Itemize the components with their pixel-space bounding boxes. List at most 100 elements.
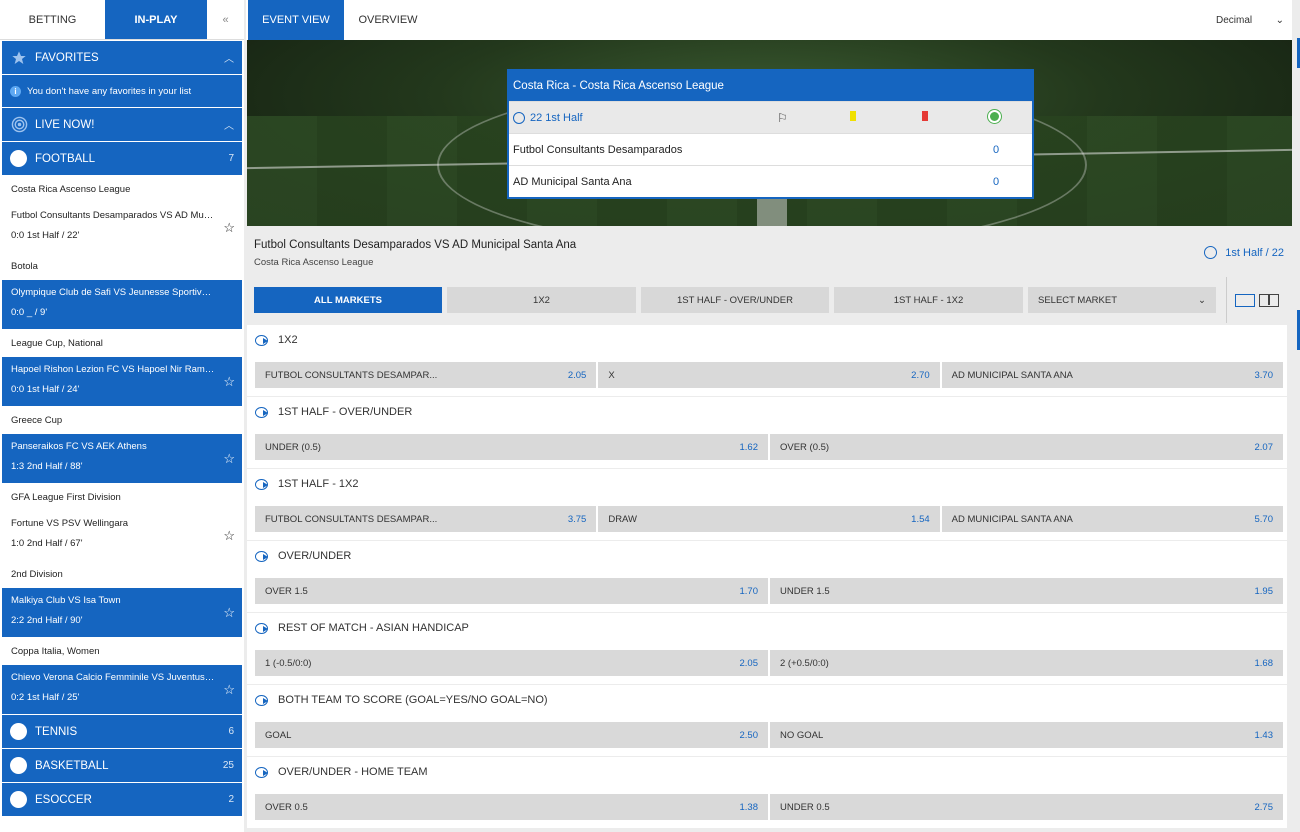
match-name: Panseraikos FC VS AEK Athens bbox=[11, 441, 147, 452]
odd-button[interactable]: 2 (+0.5/0:0) 1.68 bbox=[770, 650, 1283, 676]
tab-1st-half-1x2[interactable]: 1ST HALF - 1X2 bbox=[834, 287, 1023, 313]
favorite-star-icon[interactable]: ☆ bbox=[223, 220, 235, 236]
scoreboard-home-row: Futbol Consultants Desamparados 0 bbox=[509, 133, 1032, 165]
match-item[interactable]: Hapoel Rishon Lezion FC VS Hapoel Nir Ra… bbox=[2, 357, 242, 406]
match-item[interactable]: Malkiya Club VS Isa Town 2:2 2nd Half / … bbox=[2, 588, 242, 637]
single-column-view-icon[interactable] bbox=[1235, 293, 1255, 307]
tab-1x2[interactable]: 1X2 bbox=[447, 287, 636, 313]
sport-count: 2 bbox=[228, 794, 234, 805]
goal-ball-icon bbox=[988, 110, 1001, 123]
odd-label: X bbox=[608, 369, 615, 381]
tab-event-view[interactable]: EVENT VIEW bbox=[248, 0, 344, 40]
odd-label: FUTBOL CONSULTANTS DESAMPAR... bbox=[265, 513, 438, 525]
sport-basketball[interactable]: BASKETBALL 25 bbox=[2, 749, 242, 782]
market-header[interactable]: BOTH TEAM TO SCORE (GOAL=YES/NO GOAL=NO) bbox=[247, 685, 1287, 715]
sport-football[interactable]: FOOTBALL 7 bbox=[2, 142, 242, 175]
odds-format-select[interactable]: Decimal ⌄ bbox=[1212, 0, 1292, 40]
match-item[interactable]: Chievo Verona Calcio Femminile VS Juvent… bbox=[2, 665, 242, 714]
favorites-header[interactable]: FAVORITES ︿ bbox=[2, 41, 242, 74]
league-name[interactable]: Costa Rica Ascenso League bbox=[2, 175, 242, 203]
odd-value: 1.68 bbox=[1254, 657, 1274, 669]
odd-button[interactable]: 1 (-0.5/0:0) 2.05 bbox=[255, 650, 768, 676]
odds-row: OVER 1.5 1.70 UNDER 1.5 1.95 bbox=[255, 578, 1285, 604]
chevron-up-icon[interactable]: ︿ bbox=[224, 50, 234, 65]
favorite-star-icon[interactable]: ☆ bbox=[223, 528, 235, 544]
live-icon bbox=[10, 116, 28, 134]
odd-button[interactable]: FUTBOL CONSULTANTS DESAMPAR... 3.75 bbox=[255, 506, 597, 532]
market-icon bbox=[255, 622, 268, 634]
market-header[interactable]: REST OF MATCH - ASIAN HANDICAP bbox=[247, 613, 1287, 643]
odds-format-value: Decimal bbox=[1216, 14, 1253, 26]
odd-button[interactable]: NO GOAL 1.43 bbox=[770, 722, 1283, 748]
odd-button[interactable]: OVER (0.5) 2.07 bbox=[770, 434, 1283, 460]
live-now-header[interactable]: LIVE NOW! ︿ bbox=[2, 108, 242, 141]
league-name[interactable]: Greece Cup bbox=[2, 406, 242, 434]
tab-inplay[interactable]: IN-PLAY bbox=[105, 0, 207, 39]
odd-button[interactable]: X 2.70 bbox=[598, 362, 940, 388]
tab-all-markets[interactable]: ALL MARKETS bbox=[254, 287, 442, 313]
favorite-star-icon[interactable]: ☆ bbox=[223, 374, 235, 390]
app: BETTING IN-PLAY « FAVORITES ︿ i You don'… bbox=[0, 0, 1300, 832]
league-name[interactable]: 2nd Division bbox=[2, 560, 242, 588]
favorite-star-icon[interactable]: ☆ bbox=[223, 605, 235, 621]
league-name[interactable]: League Cup, National bbox=[2, 329, 242, 357]
odd-button[interactable]: GOAL 2.50 bbox=[255, 722, 768, 748]
odd-button[interactable]: DRAW 1.54 bbox=[598, 506, 940, 532]
market-header[interactable]: 1X2 bbox=[247, 325, 1287, 355]
tab-overview[interactable]: OVERVIEW bbox=[344, 0, 432, 40]
home-score: 0 bbox=[993, 143, 1000, 156]
collapse-sidebar-button[interactable]: « bbox=[207, 0, 244, 39]
match-score: 0:0 _ / 9' bbox=[11, 307, 48, 318]
odd-label: UNDER 0.5 bbox=[780, 801, 830, 813]
match-name: Malkiya Club VS Isa Town bbox=[11, 595, 121, 606]
market-title: BOTH TEAM TO SCORE (GOAL=YES/NO GOAL=NO) bbox=[278, 694, 548, 706]
odd-button[interactable]: OVER 1.5 1.70 bbox=[255, 578, 768, 604]
tab-1st-half-over-under[interactable]: 1ST HALF - OVER/UNDER bbox=[641, 287, 829, 313]
market-icon bbox=[255, 550, 268, 562]
odd-value: 2.70 bbox=[911, 369, 930, 381]
odd-button[interactable]: UNDER 1.5 1.95 bbox=[770, 578, 1283, 604]
odd-button[interactable]: UNDER (0.5) 1.62 bbox=[255, 434, 768, 460]
select-market-label: SELECT MARKET bbox=[1038, 294, 1118, 306]
odd-label: GOAL bbox=[265, 729, 292, 741]
odds-row: OVER 0.5 1.38 UNDER 0.5 2.75 bbox=[255, 794, 1285, 820]
odd-button[interactable]: AD MUNICIPAL SANTA ANA 3.70 bbox=[941, 362, 1283, 388]
sport-label: BASKETBALL bbox=[35, 759, 109, 772]
market-header[interactable]: OVER/UNDER - HOME TEAM bbox=[247, 757, 1287, 787]
match-name: Futbol Consultants Desamparados VS AD Mu… bbox=[11, 210, 216, 221]
odd-button[interactable]: UNDER 0.5 2.75 bbox=[770, 794, 1283, 820]
league-name[interactable]: Botola bbox=[2, 252, 242, 280]
odd-button[interactable]: OVER 0.5 1.38 bbox=[255, 794, 768, 820]
favorite-star-icon[interactable]: ☆ bbox=[223, 451, 235, 467]
odd-value: 1.62 bbox=[739, 441, 759, 453]
league-name[interactable]: GFA League First Division bbox=[2, 483, 242, 511]
match-item[interactable]: Futbol Consultants Desamparados VS AD Mu… bbox=[2, 203, 242, 252]
match-score: 0:0 1st Half / 22' bbox=[11, 230, 80, 241]
favorite-star-icon[interactable]: ☆ bbox=[223, 682, 235, 698]
match-item[interactable]: Olympique Club de Safi VS Jeunesse Sport… bbox=[2, 280, 242, 329]
league-name[interactable]: Coppa Italia, Women bbox=[2, 637, 242, 665]
esoccer-icon bbox=[10, 791, 27, 808]
tab-betting[interactable]: BETTING bbox=[0, 0, 105, 39]
two-column-view-icon[interactable] bbox=[1259, 293, 1279, 307]
odd-label: 1 (-0.5/0:0) bbox=[265, 657, 312, 669]
market-header[interactable]: 1ST HALF - OVER/UNDER bbox=[247, 397, 1287, 427]
match-item[interactable]: Fortune VS PSV Wellingara 1:0 2nd Half /… bbox=[2, 511, 242, 560]
market-header[interactable]: 1ST HALF - 1X2 bbox=[247, 469, 1287, 499]
match-item[interactable]: Panseraikos FC VS AEK Athens 1:3 2nd Hal… bbox=[2, 434, 242, 483]
favorites-label: FAVORITES bbox=[35, 51, 99, 64]
sport-tennis[interactable]: TENNIS 6 bbox=[2, 715, 242, 748]
odd-button[interactable]: FUTBOL CONSULTANTS DESAMPAR... 2.05 bbox=[255, 362, 597, 388]
odd-value: 1.43 bbox=[1254, 729, 1274, 741]
odds-row: FUTBOL CONSULTANTS DESAMPAR... 2.05 X 2.70… bbox=[255, 362, 1285, 388]
sidebar: BETTING IN-PLAY « FAVORITES ︿ i You don'… bbox=[0, 0, 244, 832]
sport-esoccer[interactable]: ESOCCER 2 bbox=[2, 783, 242, 816]
odd-button[interactable]: AD MUNICIPAL SANTA ANA 5.70 bbox=[941, 506, 1283, 532]
odd-value: 2.75 bbox=[1254, 801, 1274, 813]
odd-value: 5.70 bbox=[1254, 513, 1273, 525]
odd-value: 1.38 bbox=[739, 801, 759, 813]
market-header[interactable]: OVER/UNDER bbox=[247, 541, 1287, 571]
select-market-dropdown[interactable]: SELECT MARKET ⌄ bbox=[1028, 287, 1216, 313]
chevron-up-icon[interactable]: ︿ bbox=[224, 117, 234, 132]
match-hero-banner: Costa Rica - Costa Rica Ascenso League 2… bbox=[247, 40, 1292, 226]
